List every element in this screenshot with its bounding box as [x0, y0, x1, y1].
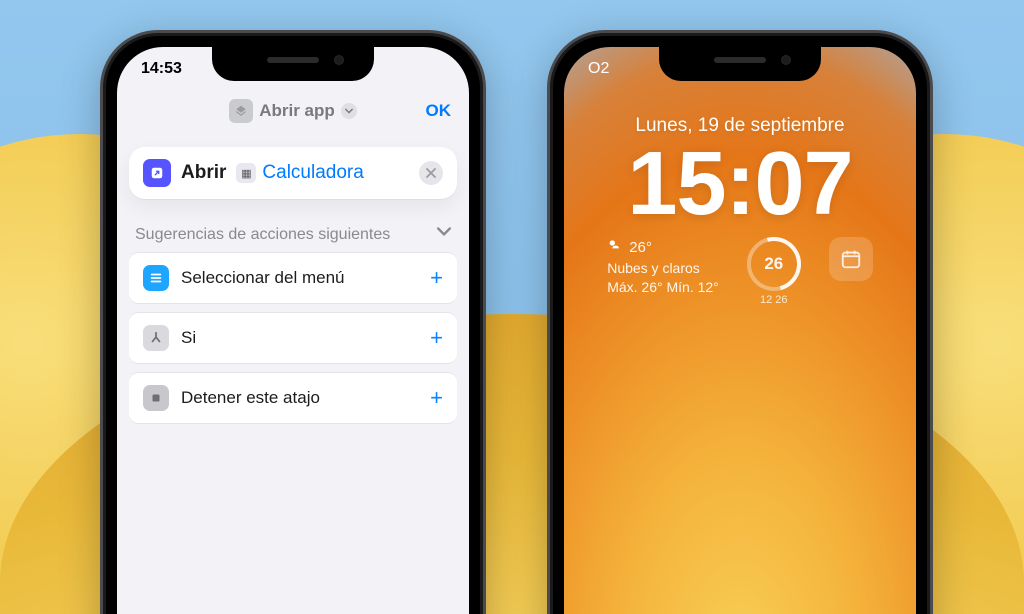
add-button[interactable]: + [430, 387, 443, 409]
suggestion-label: Detener este atajo [181, 388, 418, 408]
ok-button[interactable]: OK [426, 101, 452, 121]
suggestion-row[interactable]: Si + [129, 312, 457, 364]
action-card[interactable]: Abrir ▦ Calculadora [129, 147, 457, 199]
action-verb: Abrir [181, 162, 226, 184]
weather-icon [607, 237, 623, 259]
status-carrier: O2 [588, 60, 609, 78]
calendar-widget[interactable] [829, 237, 873, 281]
ring-sub: 12 26 [760, 293, 788, 308]
add-button[interactable]: + [430, 327, 443, 349]
stage: 14:53 Ab [0, 0, 1024, 614]
weather-temp: 26° [629, 238, 652, 258]
ring-value: 26 [764, 253, 783, 276]
title-menu[interactable]: Abrir app [229, 99, 357, 123]
shortcut-icon [229, 99, 253, 123]
menu-list-icon [143, 265, 169, 291]
chevron-down-icon [341, 103, 357, 119]
clear-parameter-button[interactable] [419, 161, 443, 185]
nav-bar: Abrir app OK [117, 91, 469, 131]
parameter-label: Calculadora [262, 162, 363, 184]
weather-widget[interactable]: 26° Nubes y claros Máx. 26° Mín. 12° [607, 237, 719, 297]
notch [659, 47, 821, 81]
lock-widgets: 26° Nubes y claros Máx. 26° Mín. 12° 26 … [564, 237, 916, 308]
screen: 14:53 Ab [117, 47, 469, 614]
activity-ring-widget[interactable]: 26 12 26 [747, 237, 801, 308]
action-parameter[interactable]: ▦ Calculadora [236, 162, 363, 184]
suggestion-label: Si [181, 328, 418, 348]
add-button[interactable]: + [430, 267, 443, 289]
open-app-action-icon [143, 159, 171, 187]
suggestions-title: Sugerencias de acciones siguientes [135, 226, 390, 244]
iphone-right: O2 Lunes, 19 de septiembre 15:07 [547, 30, 933, 614]
suggestion-row[interactable]: Detener este atajo + [129, 372, 457, 424]
ring-icon: 26 [747, 237, 801, 291]
suggestions-list: Seleccionar del menú + Si + Detener este… [129, 252, 457, 424]
suggestion-row[interactable]: Seleccionar del menú + [129, 252, 457, 304]
stop-square-icon [143, 385, 169, 411]
weather-condition: Nubes y claros [607, 259, 700, 278]
chevron-down-icon [437, 225, 451, 244]
iphone-left: 14:53 Ab [100, 30, 486, 614]
calendar-icon [829, 237, 873, 281]
screen: O2 Lunes, 19 de septiembre 15:07 [564, 47, 916, 614]
weather-hi-lo: Máx. 26° Mín. 12° [607, 278, 719, 297]
calculator-icon: ▦ [236, 163, 256, 183]
lock-screen-time: 15:07 [564, 139, 916, 229]
suggestions-header[interactable]: Sugerencias de acciones siguientes [135, 225, 451, 244]
suggestion-label: Seleccionar del menú [181, 268, 418, 288]
branch-icon [143, 325, 169, 351]
notch [212, 47, 374, 81]
status-time: 14:53 [141, 60, 182, 78]
title-label: Abrir app [259, 101, 335, 121]
